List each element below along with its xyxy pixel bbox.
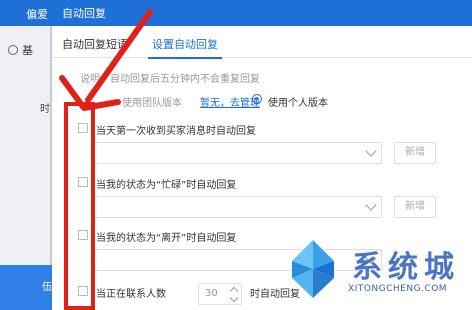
dialog-title: 自动回复 — [62, 7, 106, 20]
watermark-url: XITONGCHENG.COM — [348, 284, 448, 294]
background-title: 偏爱 — [26, 8, 48, 21]
dialog-header: 自动回复 — [52, 0, 472, 26]
reply-select[interactable] — [94, 196, 382, 218]
watermark: 系统城 XITONGCHENG.COM — [282, 236, 472, 310]
note-text: 说明：自动回复后五分钟内不会重复回复 — [80, 74, 260, 85]
version-row: 使用团队版本 暂无，去管理 使用个人版本 — [80, 94, 460, 110]
new-button[interactable]: 新增 — [394, 196, 436, 218]
option-label: 当天第一次收到买家消息时自动回复 — [96, 126, 256, 137]
watermark-text: 系统城 — [352, 250, 460, 285]
option-label: 当我的状态为“忙碌”时自动回复 — [96, 180, 237, 191]
tab-set-auto-reply[interactable]: 设置自动回复 — [148, 36, 222, 59]
manage-link[interactable]: 暂无，去管理 — [200, 94, 260, 109]
contact-count-stepper[interactable]: 30 — [198, 283, 242, 305]
tab-auto-reply-phrases[interactable]: 自动回复短语 — [62, 36, 128, 58]
reply-select-row: 新增 — [94, 142, 444, 164]
stepper-value: 30 — [205, 288, 218, 299]
reply-select-row: 新增 — [94, 196, 444, 218]
background-bottom-label: 伍 — [42, 282, 52, 293]
tab-bar: 自动回复短语 设置自动回复 — [52, 26, 472, 59]
chevron-down-icon — [365, 145, 377, 157]
option-label: 当正在联系人数 — [96, 289, 166, 300]
chevron-down-icon — [365, 199, 377, 211]
stepper-arrows-icon[interactable] — [230, 286, 238, 302]
background-sidebar-label: 基 — [22, 44, 33, 57]
personal-version-label[interactable]: 使用个人版本 — [268, 94, 328, 109]
background-label: 时 — [40, 104, 50, 115]
annotation-highlight-box — [64, 102, 95, 310]
diamond-logo-icon — [292, 240, 334, 298]
option-busy-status: 当我的状态为“忙碌”时自动回复 — [78, 176, 458, 192]
personal-version-radio[interactable] — [252, 94, 262, 104]
gear-icon — [8, 45, 18, 55]
background-sidebar-item[interactable]: 基 — [8, 42, 52, 60]
reply-select[interactable] — [94, 142, 382, 164]
team-version-label[interactable]: 使用团队版本 — [122, 94, 182, 109]
new-button[interactable]: 新增 — [394, 142, 436, 164]
option-first-message: 当天第一次收到买家消息时自动回复 — [78, 122, 458, 138]
option-label: 当我的状态为“离开”时自动回复 — [96, 233, 237, 244]
